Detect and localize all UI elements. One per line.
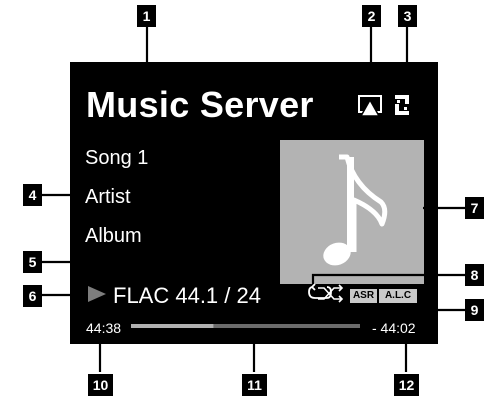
progress-bar	[131, 324, 360, 328]
callout-1: 1	[137, 5, 156, 27]
diagram-overlay	[42, 26, 465, 372]
album-art	[280, 140, 424, 284]
callout-3: 3	[398, 5, 417, 27]
display-diagram: Music Server Song 1 Artist Album FLAC 44…	[0, 0, 485, 401]
progress-fill	[131, 324, 214, 328]
connection-icon	[395, 95, 409, 115]
callout-2: 2	[362, 5, 381, 27]
play-icon	[88, 286, 106, 302]
callout-12: 12	[394, 374, 419, 396]
callout-4: 4	[23, 184, 42, 206]
callout-7: 7	[465, 197, 484, 219]
callout-10: 10	[88, 374, 113, 396]
callout-6: 6	[23, 285, 42, 307]
callout-5: 5	[23, 251, 42, 273]
callout-9: 9	[465, 299, 484, 321]
callout-8: 8	[465, 264, 484, 286]
callout-11: 11	[242, 374, 267, 396]
airplay-icon	[358, 95, 382, 117]
